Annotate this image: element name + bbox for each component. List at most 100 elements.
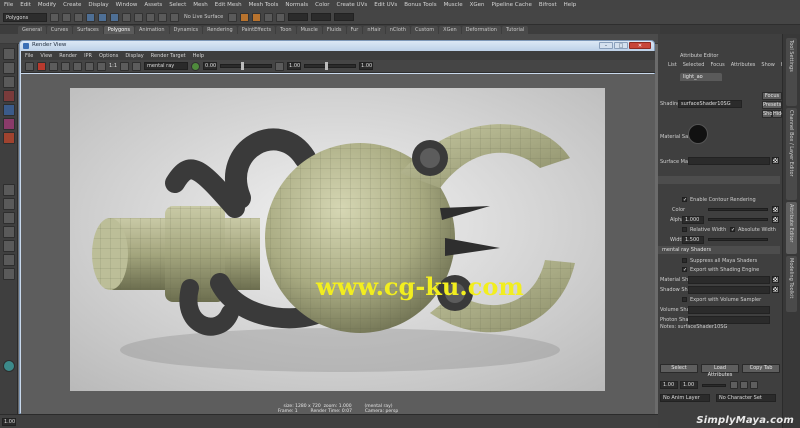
render-settings-icon[interactable] <box>264 12 274 22</box>
ratio-label[interactable]: 1:1 <box>109 63 117 69</box>
shelf-tab-muscle[interactable]: Muscle <box>296 25 322 34</box>
select-tool-icon[interactable] <box>3 48 15 60</box>
shelf-tab-toon[interactable]: Toon <box>276 25 296 34</box>
gamma-field-2[interactable]: 1.00 <box>359 62 374 70</box>
redo-render-icon[interactable] <box>25 61 34 71</box>
hide-button[interactable]: Hide <box>772 110 784 118</box>
shelf-tab-curves[interactable]: Curves <box>46 25 73 34</box>
load-attributes-button[interactable]: Load Attributes <box>701 364 739 378</box>
color-map-icon[interactable] <box>772 206 779 213</box>
gamma-icon[interactable] <box>275 61 285 71</box>
ae-menu-focus[interactable]: Focus <box>710 62 724 70</box>
rv-menu-render[interactable]: Render <box>59 53 77 59</box>
menu-pipeline-cache[interactable]: Pipeline Cache <box>492 2 532 8</box>
menu-window[interactable]: Window <box>116 2 138 8</box>
magnet-icon[interactable] <box>170 12 179 22</box>
menu-normals[interactable]: Normals <box>285 2 308 8</box>
shelf-tab-general[interactable]: General <box>18 25 46 34</box>
rv-menu-display[interactable]: Display <box>125 53 143 59</box>
mel-python-icon[interactable] <box>3 360 15 372</box>
rv-menu-help[interactable]: Help <box>193 53 204 59</box>
menu-bifrost[interactable]: Bifrost <box>539 2 557 8</box>
show-button[interactable]: Show <box>762 110 777 118</box>
paint-select-icon[interactable] <box>3 76 15 88</box>
gamma-field[interactable]: 1.00 <box>287 62 302 70</box>
save-scene-icon[interactable] <box>74 12 83 22</box>
render-frame-icon[interactable] <box>240 12 250 22</box>
shading-engine-field[interactable]: surfaceShader10SG <box>678 100 742 108</box>
photon-shader-field[interactable] <box>688 316 770 324</box>
tab-tool-settings[interactable]: Tool Settings <box>786 38 797 106</box>
range-end-field[interactable]: 1.00 <box>680 381 698 389</box>
play-forward-icon[interactable] <box>740 381 748 389</box>
keep-image-icon[interactable] <box>120 61 130 71</box>
gamma-slider[interactable] <box>304 62 357 70</box>
material-shader-field[interactable] <box>688 276 770 284</box>
focus-button[interactable]: Focus <box>762 92 782 100</box>
material-shader-map-icon[interactable] <box>772 276 779 283</box>
snap-grid-icon[interactable] <box>122 12 131 22</box>
menu-select[interactable]: Select <box>169 2 186 8</box>
menu-display[interactable]: Display <box>88 2 108 8</box>
rotate-tool-icon[interactable] <box>3 104 15 116</box>
width-field[interactable]: 1.500 <box>682 236 704 244</box>
render-region-icon[interactable] <box>49 61 58 71</box>
tab-channel-box[interactable]: Channel Box / Layer Editor <box>786 108 797 200</box>
alpha-field[interactable]: 1.000 <box>682 216 704 224</box>
construction-history-icon[interactable] <box>228 12 238 22</box>
node-tab[interactable]: light_ao <box>680 73 722 81</box>
range-start-field[interactable]: 1.00 <box>660 381 678 389</box>
snap-view-icon[interactable] <box>158 12 167 22</box>
character-set-select[interactable]: No Character Set <box>716 394 776 402</box>
shelf-tab-rendering[interactable]: Rendering <box>203 25 237 34</box>
layout-custom-icon[interactable] <box>3 268 15 280</box>
snap-point-icon[interactable] <box>146 12 155 22</box>
rv-menu-render-target[interactable]: Render Target <box>151 53 186 59</box>
shelf-tab-ncloth[interactable]: nCloth <box>385 25 411 34</box>
move-tool-icon[interactable] <box>3 90 15 102</box>
alpha-slider[interactable] <box>708 218 768 221</box>
lasso-tool-icon[interactable] <box>3 62 15 74</box>
ipr-render-icon[interactable] <box>252 12 262 22</box>
shelf-tab-painteffects[interactable]: PaintEffects <box>237 25 276 34</box>
surface-material-field[interactable] <box>688 157 770 165</box>
menu-help[interactable]: Help <box>564 2 577 8</box>
transform-field-z[interactable] <box>334 13 355 21</box>
shelf-tab-polygons[interactable]: Polygons <box>103 25 134 34</box>
map-checker-icon[interactable] <box>772 157 779 164</box>
suppress-checkbox[interactable] <box>682 258 687 263</box>
minimize-button[interactable]: – <box>599 42 613 49</box>
shadow-shader-field[interactable] <box>688 286 770 294</box>
contour-checkbox[interactable]: ✓ <box>682 197 687 203</box>
layout-two-icon[interactable] <box>3 212 15 224</box>
rv-menu-file[interactable]: File <box>25 53 33 59</box>
snapshot-icon[interactable] <box>61 61 70 71</box>
rv-menu-view[interactable]: View <box>40 53 52 59</box>
volume-shader-field[interactable] <box>688 306 770 314</box>
close-button[interactable]: ✕ <box>629 42 651 49</box>
menu-assets[interactable]: Assets <box>144 2 162 8</box>
relative-width-radio[interactable] <box>682 227 687 232</box>
remove-image-icon[interactable] <box>132 61 142 71</box>
layout-single-icon[interactable] <box>3 184 15 196</box>
renderer-select[interactable]: mental ray <box>144 62 189 70</box>
rv-menu-options[interactable]: Options <box>99 53 118 59</box>
alpha-channel-icon[interactable] <box>97 61 106 71</box>
select-button[interactable]: Select <box>660 364 698 373</box>
mode-selector[interactable]: Polygons <box>3 12 47 22</box>
menu-modify[interactable]: Modify <box>38 2 56 8</box>
select-object-icon[interactable] <box>98 12 107 22</box>
anim-layer-select[interactable]: No Anim Layer <box>660 394 710 402</box>
menu-mesh[interactable]: Mesh <box>193 2 207 8</box>
refresh-icon[interactable] <box>73 61 82 71</box>
ae-menu-show[interactable]: Show <box>761 62 775 70</box>
menu-edit[interactable]: Edit <box>20 2 31 8</box>
alpha-map-icon[interactable] <box>772 216 779 223</box>
menu-create-uvs[interactable]: Create UVs <box>337 2 368 8</box>
range-slider[interactable] <box>702 384 726 387</box>
menu-file[interactable]: File <box>4 2 13 8</box>
shelf-tab-tutorial[interactable]: Tutorial <box>501 25 529 34</box>
color-slider[interactable] <box>708 208 768 211</box>
snap-curve-icon[interactable] <box>134 12 143 22</box>
export-engine-checkbox[interactable]: ✓ <box>682 267 687 273</box>
